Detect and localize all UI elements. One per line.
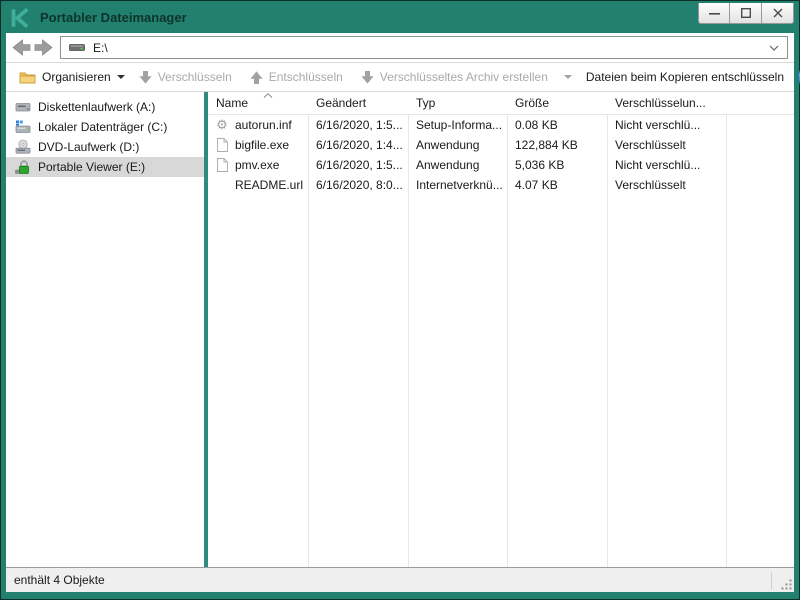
file-name: README.url — [235, 178, 303, 192]
organize-button[interactable]: Organisieren — [15, 67, 129, 87]
file-rows: ⚙ autorun.inf 6/16/2020, 1:5... Setup-In… — [208, 115, 794, 195]
organize-dropdown-icon[interactable] — [117, 75, 125, 79]
create-encrypted-archive-label: Verschlüsseltes Archiv erstellen — [380, 70, 548, 84]
sidebar-item-drive-e[interactable]: Portable Viewer (E:) — [6, 157, 204, 177]
maximize-icon — [741, 8, 751, 18]
file-name: bigfile.exe — [235, 138, 289, 152]
window-body: E:\ Organisieren Verschlüsseln — [6, 33, 794, 592]
column-header-modified[interactable]: Geändert — [308, 96, 408, 110]
main-content: Diskettenlaufwerk (A:) Lokaler Datenträg… — [6, 92, 794, 567]
archive-dropdown-icon[interactable] — [564, 75, 572, 79]
address-bar[interactable]: E:\ — [60, 36, 788, 59]
file-encryption: Verschlüsselt — [607, 138, 726, 152]
decrypt-arrow-up-icon — [250, 71, 263, 84]
forward-arrow-icon — [34, 39, 53, 56]
file-modified: 6/16/2020, 8:0... — [308, 178, 408, 192]
table-row[interactable]: README.url 6/16/2020, 8:0... Internetver… — [208, 175, 794, 195]
status-text: enthält 4 Objekte — [14, 573, 105, 587]
file-type: Internetverknü... — [408, 178, 507, 192]
column-header-row: Name Geändert Typ Größe Verschlüsselun..… — [208, 92, 794, 115]
file-encryption: Verschlüsselt — [607, 178, 726, 192]
create-encrypted-archive-button[interactable]: Verschlüsseltes Archiv erstellen — [357, 67, 576, 87]
toolbar: Organisieren Verschlüsseln Entschlüsseln — [6, 63, 794, 92]
file-type: Anwendung — [408, 138, 507, 152]
window-controls — [698, 3, 794, 24]
gear-file-icon: ⚙ — [215, 118, 229, 132]
maximize-button[interactable] — [730, 3, 762, 24]
table-row[interactable]: ⚙ autorun.inf 6/16/2020, 1:5... Setup-In… — [208, 115, 794, 135]
file-type: Setup-Informa... — [408, 118, 507, 132]
file-size: 0.08 KB — [507, 118, 607, 132]
archive-arrow-down-icon — [361, 71, 374, 84]
generic-file-icon — [215, 158, 229, 172]
file-modified: 6/16/2020, 1:5... — [308, 158, 408, 172]
file-encryption: Nicht verschlü... — [607, 158, 726, 172]
folder-icon — [19, 71, 36, 84]
window-title: Portabler Dateimanager — [40, 10, 187, 25]
file-size: 5,036 KB — [507, 158, 607, 172]
column-header-name[interactable]: Name — [208, 96, 308, 110]
kaspersky-logo-icon — [11, 8, 31, 28]
decrypt-on-copy-label: Dateien beim Kopieren entschlüsseln — [586, 70, 784, 84]
file-list-pane: Name Geändert Typ Größe Verschlüsselun..… — [208, 92, 794, 567]
status-bar-separator — [771, 572, 772, 589]
floppy-drive-icon — [15, 99, 31, 115]
file-modified: 6/16/2020, 1:4... — [308, 138, 408, 152]
back-button[interactable] — [10, 37, 32, 59]
title-bar: Portabler Dateimanager — [2, 2, 798, 33]
sidebar-item-label: Diskettenlaufwerk (A:) — [38, 100, 155, 114]
decrypt-on-copy-option[interactable]: Dateien beim Kopieren entschlüsseln — [582, 67, 788, 87]
file-name: autorun.inf — [235, 118, 292, 132]
sidebar-item-drive-a[interactable]: Diskettenlaufwerk (A:) — [6, 97, 204, 117]
resize-grip[interactable] — [779, 577, 793, 591]
chevron-down-icon[interactable] — [769, 45, 779, 51]
organize-label: Organisieren — [42, 70, 111, 84]
dvd-drive-icon — [15, 139, 31, 155]
table-row[interactable]: pmv.exe 6/16/2020, 1:5... Anwendung 5,03… — [208, 155, 794, 175]
file-modified: 6/16/2020, 1:5... — [308, 118, 408, 132]
decrypt-button[interactable]: Entschlüsseln — [246, 67, 347, 87]
sidebar-item-drive-c[interactable]: Lokaler Datenträger (C:) — [6, 117, 204, 137]
file-encryption: Nicht verschlü... — [607, 118, 726, 132]
back-arrow-icon — [12, 39, 31, 56]
address-path[interactable]: E:\ — [93, 41, 761, 55]
forward-button[interactable] — [32, 37, 54, 59]
navigation-bar: E:\ — [6, 33, 794, 63]
file-size: 4.07 KB — [507, 178, 607, 192]
column-header-type[interactable]: Typ — [408, 96, 507, 110]
app-window: Portabler Dateimanager — [0, 0, 800, 600]
encrypt-button[interactable]: Verschlüsseln — [135, 67, 236, 87]
decrypt-label: Entschlüsseln — [269, 70, 343, 84]
file-name: pmv.exe — [235, 158, 279, 172]
local-disk-icon — [15, 119, 31, 135]
sidebar-item-label: DVD-Laufwerk (D:) — [38, 140, 139, 154]
close-button[interactable] — [762, 3, 794, 24]
column-header-size[interactable]: Größe — [507, 96, 607, 110]
sidebar-item-label: Lokaler Datenträger (C:) — [38, 120, 167, 134]
status-bar: enthält 4 Objekte — [6, 567, 794, 592]
sort-ascending-icon — [263, 93, 273, 98]
drive-icon — [69, 42, 85, 53]
table-row[interactable]: bigfile.exe 6/16/2020, 1:4... Anwendung … — [208, 135, 794, 155]
file-type: Anwendung — [408, 158, 507, 172]
generic-file-icon — [215, 138, 229, 152]
file-size: 122,884 KB — [507, 138, 607, 152]
drives-sidebar: Diskettenlaufwerk (A:) Lokaler Datenträg… — [6, 92, 204, 567]
sidebar-item-label: Portable Viewer (E:) — [38, 160, 145, 174]
encrypt-label: Verschlüsseln — [158, 70, 232, 84]
minimize-button[interactable] — [698, 3, 730, 24]
minimize-icon — [709, 8, 720, 18]
encrypt-arrow-down-icon — [139, 71, 152, 84]
sidebar-item-drive-d[interactable]: DVD-Laufwerk (D:) — [6, 137, 204, 157]
lock-icon — [15, 159, 31, 175]
column-header-encryption[interactable]: Verschlüsselun... — [607, 96, 726, 110]
close-icon — [773, 8, 783, 18]
